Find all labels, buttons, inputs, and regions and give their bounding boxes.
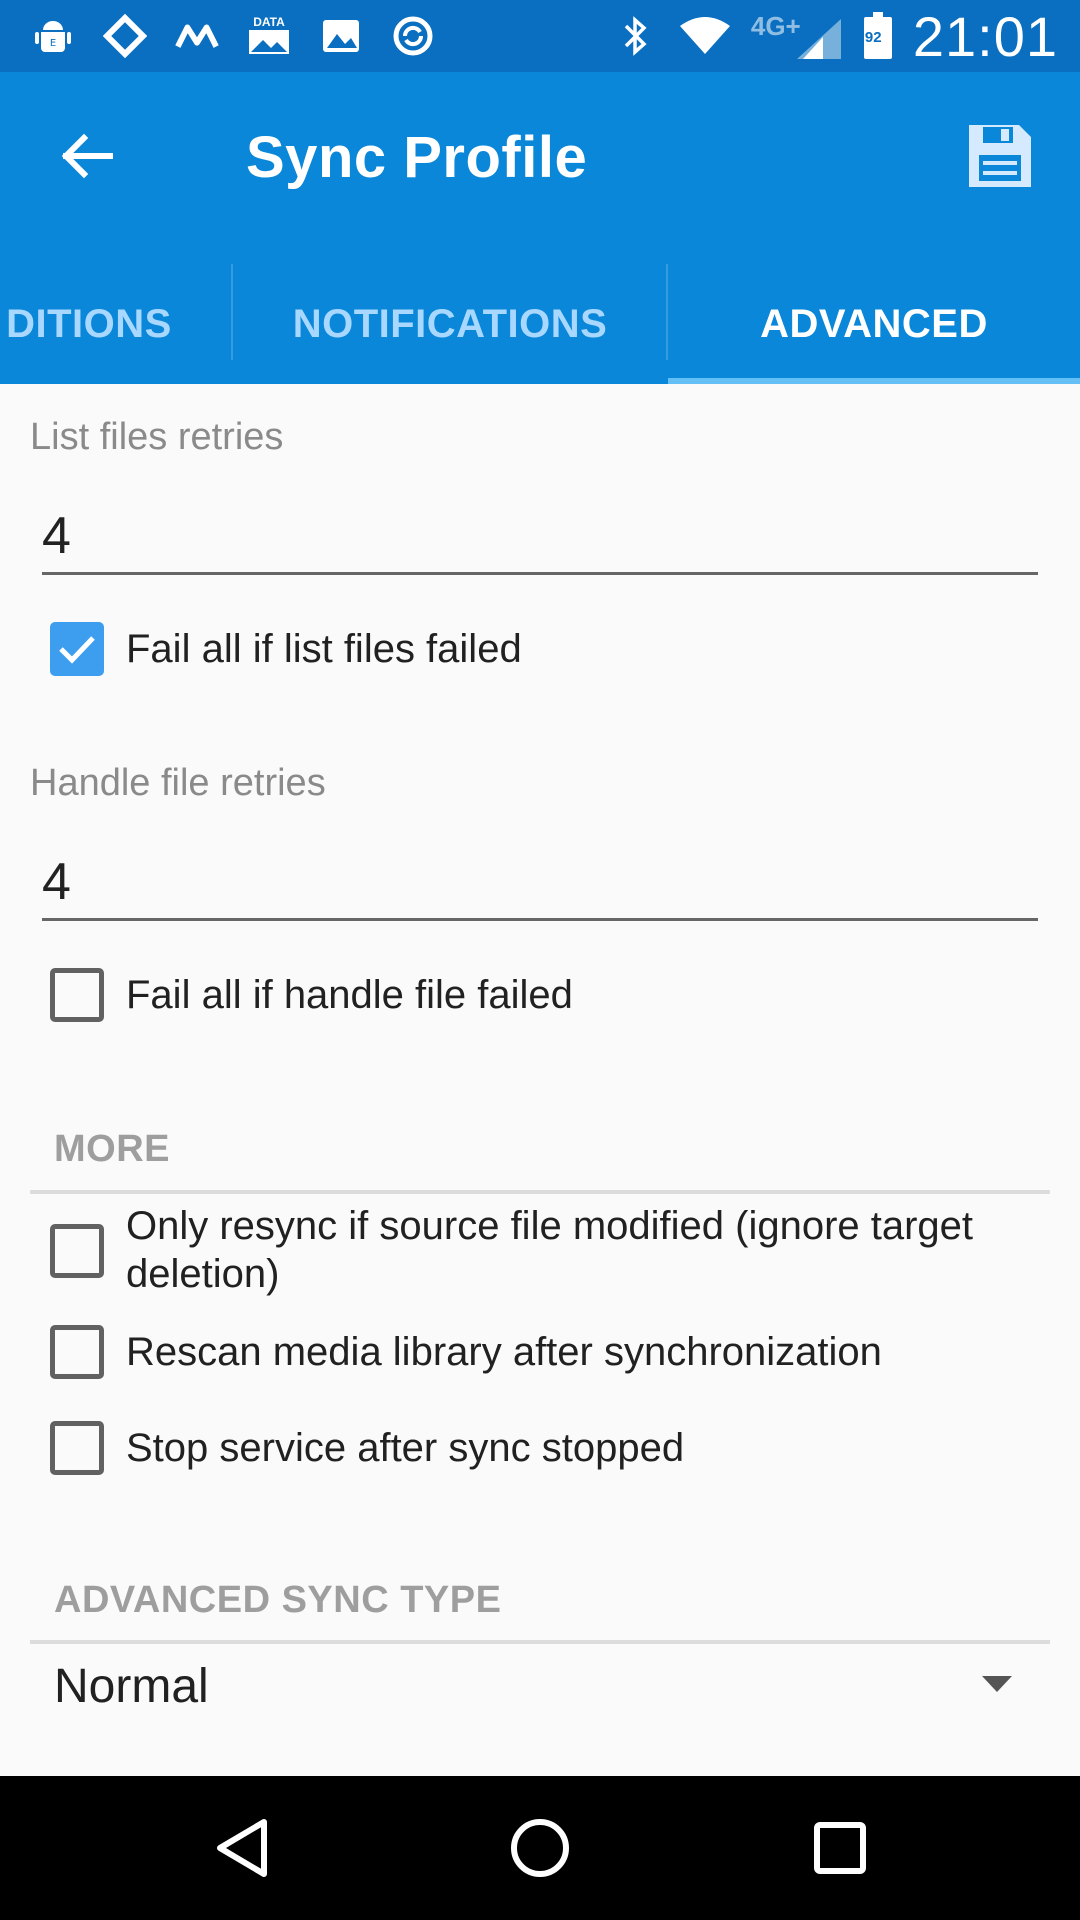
rescan-media-checkbox[interactable] xyxy=(50,1325,104,1379)
only-resync-checkbox[interactable] xyxy=(50,1224,104,1278)
section-divider xyxy=(30,1190,1050,1194)
data-icon: DATA xyxy=(246,13,292,59)
status-bar: E DATA 4G+ 92 21:01 xyxy=(0,0,1080,72)
checkbox-label: Rescan media library after synchronizati… xyxy=(126,1330,882,1374)
back-nav-icon xyxy=(217,1819,267,1877)
advanced-sync-type-header: ADVANCED SYNC TYPE xyxy=(54,1579,502,1621)
recents-nav-icon xyxy=(814,1822,866,1874)
stop-service-checkbox[interactable] xyxy=(50,1421,104,1475)
checkbox-label: Fail all if handle file failed xyxy=(126,973,573,1017)
data-label: DATA xyxy=(253,15,285,29)
checkbox-label: Fail all if list files failed xyxy=(126,627,522,671)
save-icon xyxy=(969,125,1031,187)
arrow-back-icon xyxy=(61,133,113,179)
advanced-settings-content: List files retries 4 Fail all if list fi… xyxy=(0,384,1080,1776)
sync-icon xyxy=(390,13,436,59)
nav-back-button[interactable] xyxy=(192,1798,292,1898)
nav-home-button[interactable] xyxy=(490,1798,590,1898)
input-underline xyxy=(42,918,1038,921)
image-icon xyxy=(318,13,364,59)
check-icon xyxy=(59,636,95,664)
remote-icon xyxy=(102,13,148,59)
tab-advanced[interactable]: ADVANCED xyxy=(668,264,1080,384)
tab-label: NOTIFICATIONS xyxy=(292,301,608,346)
tab-label: ADVANCED xyxy=(760,301,988,346)
handle-file-retries-label: Handle file retries xyxy=(30,762,326,804)
more-section-header: MORE xyxy=(54,1128,170,1170)
wifi-icon xyxy=(677,13,733,59)
battery-icon: 92 xyxy=(861,12,895,59)
tab-label: DITIONS xyxy=(6,301,172,346)
m-icon xyxy=(174,13,220,59)
sync-type-dropdown[interactable]: Normal xyxy=(54,1646,1014,1726)
bluetooth-icon xyxy=(613,13,659,59)
signal-icon: 4G+ xyxy=(751,11,843,59)
rescan-media-option[interactable]: Rescan media library after synchronizati… xyxy=(50,1325,1026,1379)
notification-icons: E DATA xyxy=(30,10,436,62)
section-divider xyxy=(30,1640,1050,1644)
stop-service-option[interactable]: Stop service after sync stopped xyxy=(50,1421,1026,1475)
checkbox-label: Only resync if source file modified (ign… xyxy=(126,1204,974,1296)
system-nav-bar xyxy=(0,1776,1080,1920)
android-debug-icon: E xyxy=(30,13,76,59)
list-files-retries-input[interactable]: 4 xyxy=(42,506,71,566)
nav-recents-button[interactable] xyxy=(790,1798,890,1898)
app-bar: Sync Profile xyxy=(0,72,1080,264)
fail-all-list-files-checkbox[interactable] xyxy=(50,622,104,676)
clock: 21:01 xyxy=(912,4,1058,68)
only-resync-option[interactable]: Only resync if source file modified (ign… xyxy=(50,1202,1026,1298)
tab-bar: DITIONS NOTIFICATIONS ADVANCED xyxy=(0,264,1080,384)
battery-level: 92 xyxy=(864,29,882,46)
sync-type-selected: Normal xyxy=(54,1659,209,1713)
tab-notifications[interactable]: NOTIFICATIONS xyxy=(232,264,668,384)
page-title: Sync Profile xyxy=(246,125,588,190)
handle-file-retries-input[interactable]: 4 xyxy=(42,852,71,912)
system-icons: 4G+ 92 21:01 xyxy=(613,4,1058,68)
checkbox-label: Stop service after sync stopped xyxy=(126,1426,685,1470)
fail-all-list-files-option[interactable]: Fail all if list files failed xyxy=(50,622,1026,676)
back-button[interactable] xyxy=(40,110,132,202)
svg-text:E: E xyxy=(50,38,56,49)
input-underline xyxy=(42,572,1038,575)
home-nav-icon xyxy=(511,1819,569,1877)
tab-conditions[interactable]: DITIONS xyxy=(0,264,230,384)
fail-all-handle-file-option[interactable]: Fail all if handle file failed xyxy=(50,968,1026,1022)
list-files-retries-label: List files retries xyxy=(30,416,284,458)
save-button[interactable] xyxy=(950,106,1050,206)
dropdown-arrow-icon xyxy=(982,1676,1012,1692)
fail-all-handle-file-checkbox[interactable] xyxy=(50,968,104,1022)
